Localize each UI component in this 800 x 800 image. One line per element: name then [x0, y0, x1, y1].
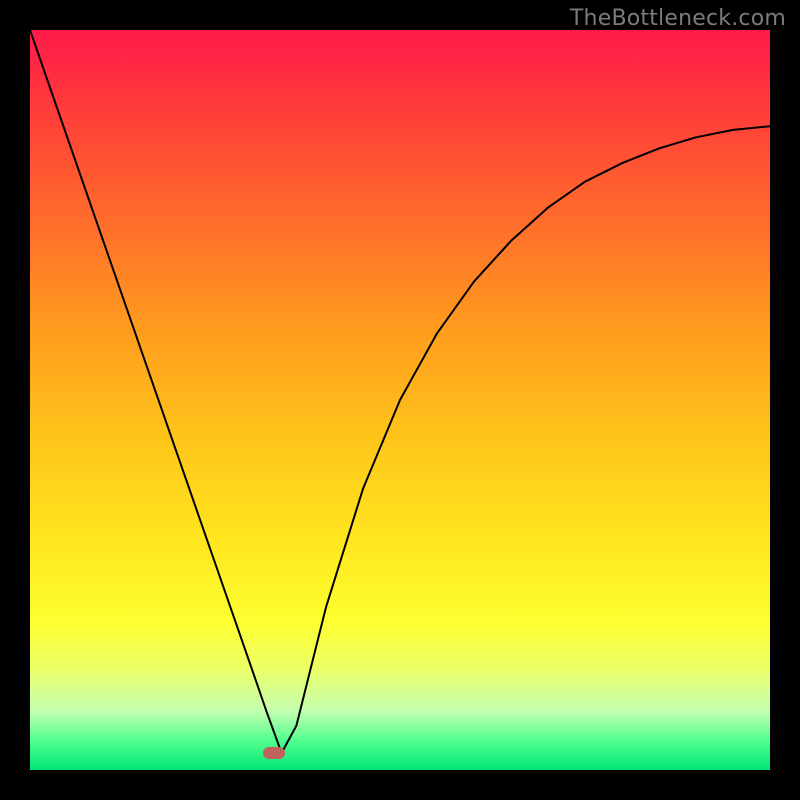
bottleneck-curve — [30, 30, 770, 753]
curve-svg — [30, 30, 770, 770]
watermark-text: TheBottleneck.com — [570, 6, 786, 31]
minimum-marker — [263, 747, 285, 759]
plot-area — [30, 30, 770, 770]
chart-stage: TheBottleneck.com — [0, 0, 800, 800]
